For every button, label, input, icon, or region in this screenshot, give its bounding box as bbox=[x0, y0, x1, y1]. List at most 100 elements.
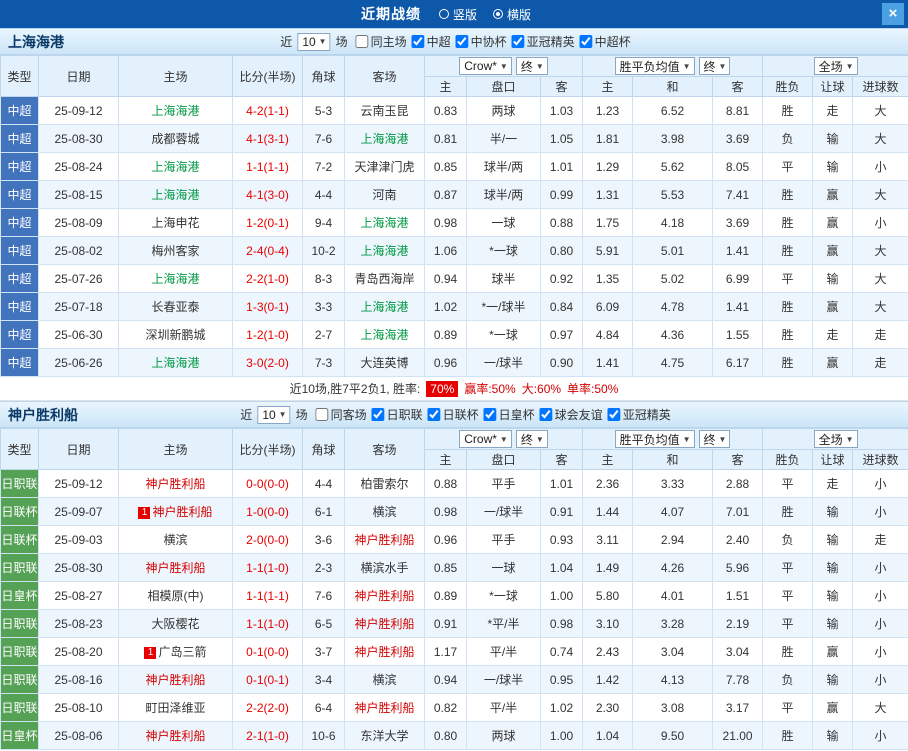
match-type-cell: 日联杯 bbox=[0, 525, 39, 554]
avg-odds-select[interactable]: 胜平负均值 ▼ bbox=[614, 57, 695, 75]
column-header: 客场 bbox=[344, 55, 425, 97]
scope-select[interactable]: 全场 ▼ bbox=[813, 430, 858, 448]
filter-checkbox[interactable]: 中超杯 bbox=[579, 33, 631, 50]
checkbox-input[interactable] bbox=[455, 35, 469, 48]
avg-stage-select-label: 终 bbox=[703, 432, 716, 447]
goals-result-cell: 小 bbox=[852, 637, 908, 666]
layout-radio-option[interactable]: 竖版 bbox=[438, 6, 477, 23]
filter-checkbox[interactable]: 中超 bbox=[411, 33, 451, 50]
avg-away-cell: 2.88 bbox=[712, 469, 764, 498]
checkbox-input[interactable] bbox=[315, 408, 329, 421]
away-team-cell: 神户胜利船 bbox=[344, 581, 425, 610]
result-cell: 胜 bbox=[762, 348, 814, 377]
goals-result-cell: 小 bbox=[852, 581, 908, 610]
layout-radio-option[interactable]: 横版 bbox=[493, 6, 531, 23]
score-cell: 4-1(3-1) bbox=[232, 124, 303, 153]
result-cell: 平 bbox=[762, 581, 814, 610]
chevron-down-icon: ▼ bbox=[499, 434, 508, 444]
result-cell: 负 bbox=[762, 124, 814, 153]
table-row: 日职联 25-08-16 神户胜利船 0-1(0-1) 3-4 横滨 0.94 一/球半 0.9… bbox=[0, 665, 908, 694]
scope-select[interactable]: 全场 ▼ bbox=[813, 57, 858, 75]
handicap-result-cell: 赢 bbox=[812, 208, 854, 237]
avg-odds-select[interactable]: 胜平负均值 ▼ bbox=[614, 430, 695, 448]
home-odds-cell: 0.91 bbox=[424, 609, 467, 638]
filter-label: 同主场 bbox=[370, 35, 407, 49]
checkbox-input[interactable] bbox=[579, 35, 593, 48]
date-cell: 25-08-06 bbox=[38, 721, 119, 750]
home-odds-cell: 0.89 bbox=[424, 581, 467, 610]
filter-checkbox[interactable]: 日职联 bbox=[371, 406, 423, 423]
column-header: 主 bbox=[424, 449, 467, 470]
checkbox-input[interactable] bbox=[511, 35, 525, 48]
filter-checkbox[interactable]: 同客场 bbox=[315, 406, 367, 423]
radio-label: 竖版 bbox=[452, 7, 477, 22]
team-name-text: 神户胜利船 bbox=[354, 645, 415, 659]
results-table: 类型 日期 主场 比分(半场) 角球 客场 Crow* ▼ 终 ▼ 胜平负均值 ▼ 终 ▼ 全场 ▼ 主盘口客主… bbox=[0, 55, 908, 377]
result-cell: 胜 bbox=[762, 320, 814, 349]
checkbox-input[interactable] bbox=[411, 35, 425, 48]
checkbox-input[interactable] bbox=[483, 408, 497, 421]
goals-result-cell: 小 bbox=[852, 152, 908, 181]
table-row: 日职联 25-08-10 町田泽维亚 2-2(2-0) 6-4 神户胜利船 0.82 平/半 1… bbox=[0, 693, 908, 722]
radio-label: 横版 bbox=[507, 7, 532, 22]
away-team-cell: 上海海港 bbox=[344, 292, 425, 321]
close-button[interactable]: × bbox=[882, 3, 904, 25]
away-odds-cell: 0.92 bbox=[539, 264, 584, 293]
avg-stage-select[interactable]: 终 ▼ bbox=[698, 57, 731, 75]
match-type-cell: 日皇杯 bbox=[0, 721, 39, 750]
match-type-cell: 中超 bbox=[0, 348, 39, 377]
scope-select-label: 全场 bbox=[818, 432, 843, 447]
away-team-cell: 云南玉昆 bbox=[344, 96, 425, 125]
avg-home-cell: 2.30 bbox=[582, 693, 634, 722]
handicap-result-cell: 输 bbox=[812, 609, 854, 638]
avg-stage-select[interactable]: 终 ▼ bbox=[698, 430, 731, 448]
recent-count-select[interactable]: 10 ▼ bbox=[297, 32, 331, 51]
section-header: 上海海港 近 10 ▼ 场 同主场 中超 中协杯 亚冠精英 中超杯 bbox=[0, 28, 908, 55]
recent-count-select[interactable]: 10 ▼ bbox=[257, 405, 291, 424]
avg-draw-cell: 4.18 bbox=[632, 208, 714, 237]
avg-draw-cell: 3.04 bbox=[632, 637, 714, 666]
summary-text: 近10场,胜7平2负1, 胜率: bbox=[289, 382, 421, 396]
date-cell: 25-09-03 bbox=[38, 525, 119, 554]
corners-cell: 4-4 bbox=[302, 469, 345, 498]
result-cell: 胜 bbox=[762, 721, 814, 750]
filter-label: 中超 bbox=[426, 35, 451, 49]
team-name-text: 町田泽维亚 bbox=[145, 701, 206, 715]
table-row: 中超 25-08-09 上海申花 1-2(0-1) 9-4 上海海港 0.98 一球 0.88 1… bbox=[0, 208, 908, 237]
away-team-cell: 上海海港 bbox=[344, 208, 425, 237]
checkbox-input[interactable] bbox=[427, 408, 441, 421]
handicap-cell: 球半/两 bbox=[466, 152, 541, 181]
match-type-cell: 中超 bbox=[0, 236, 39, 265]
odds-stage-select[interactable]: 终 ▼ bbox=[515, 57, 548, 75]
away-odds-cell: 1.03 bbox=[539, 96, 584, 125]
filter-checkbox[interactable]: 球会友谊 bbox=[539, 406, 603, 423]
away-team-cell: 上海海港 bbox=[344, 236, 425, 265]
checkbox-input[interactable] bbox=[371, 408, 385, 421]
filter-checkbox[interactable]: 日皇杯 bbox=[483, 406, 535, 423]
home-team-cell: 深圳新鹏城 bbox=[118, 320, 233, 349]
chevron-down-icon: ▼ bbox=[718, 434, 727, 444]
checkbox-input[interactable] bbox=[607, 408, 621, 421]
score-cell: 2-2(1-0) bbox=[232, 264, 303, 293]
filter-checkbox[interactable]: 日联杯 bbox=[427, 406, 479, 423]
filter-checkbox[interactable]: 亚冠精英 bbox=[511, 33, 575, 50]
score-cell: 1-2(1-0) bbox=[232, 320, 303, 349]
bookmaker-select[interactable]: Crow* ▼ bbox=[459, 430, 512, 448]
checkbox-input[interactable] bbox=[355, 35, 369, 48]
avg-draw-cell: 3.33 bbox=[632, 469, 714, 498]
avg-away-cell: 3.17 bbox=[712, 693, 764, 722]
result-cell: 平 bbox=[762, 693, 814, 722]
handicap-result-cell: 输 bbox=[812, 152, 854, 181]
date-cell: 25-09-12 bbox=[38, 96, 119, 125]
filter-checkbox[interactable]: 中协杯 bbox=[455, 33, 507, 50]
checkbox-input[interactable] bbox=[539, 408, 553, 421]
bookmaker-select[interactable]: Crow* ▼ bbox=[459, 57, 512, 75]
filter-checkbox[interactable]: 亚冠精英 bbox=[607, 406, 671, 423]
corners-cell: 3-3 bbox=[302, 292, 345, 321]
home-odds-cell: 0.98 bbox=[424, 497, 467, 526]
filter-checkbox[interactable]: 同主场 bbox=[355, 33, 407, 50]
home-odds-cell: 0.85 bbox=[424, 152, 467, 181]
odds-stage-select[interactable]: 终 ▼ bbox=[515, 430, 548, 448]
avg-home-cell: 1.31 bbox=[582, 180, 634, 209]
odds-dropdown-group: Crow* ▼ 终 ▼ bbox=[423, 55, 584, 77]
